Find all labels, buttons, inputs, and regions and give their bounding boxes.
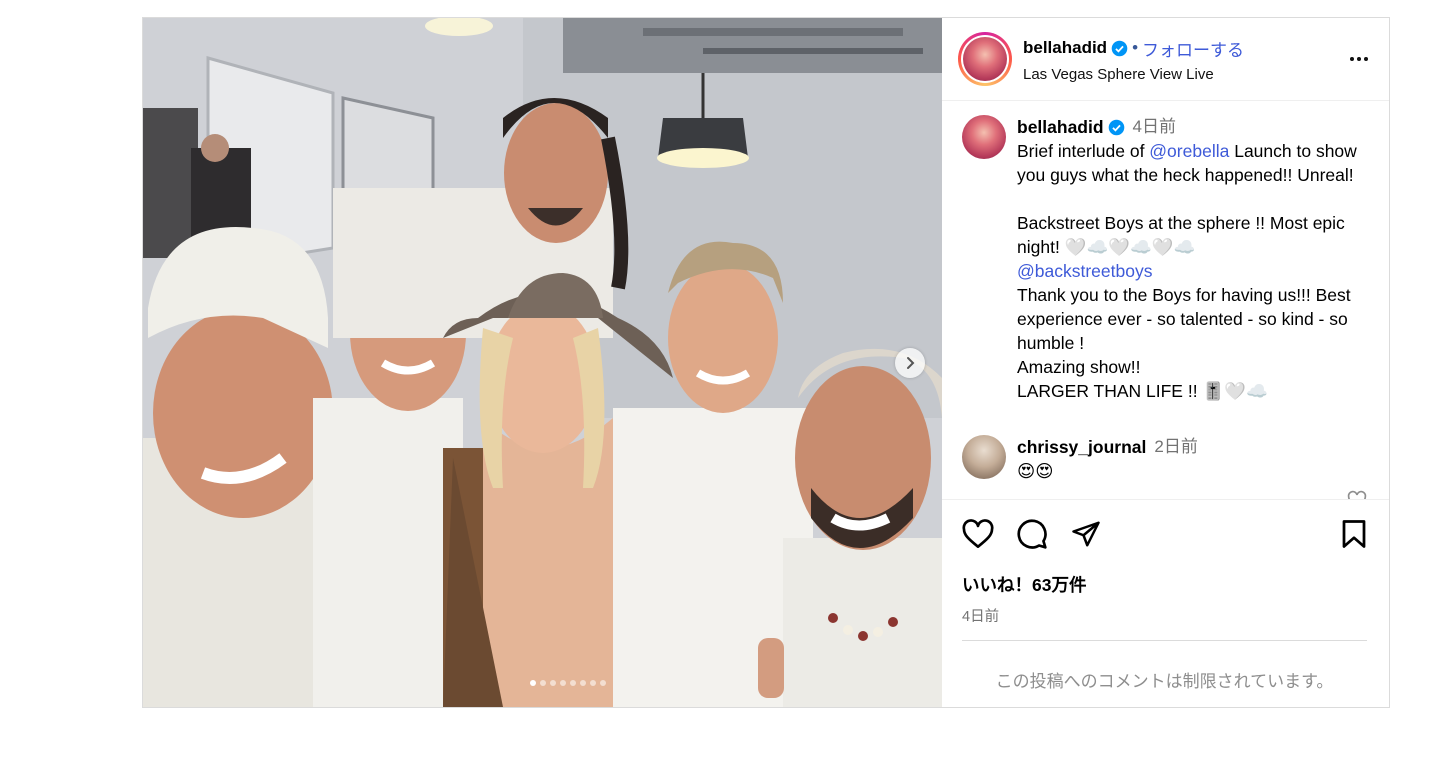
separator-dot: • — [1132, 38, 1139, 57]
carousel-dot — [589, 680, 596, 686]
caption-timestamp[interactable]: 4日前 — [1133, 115, 1176, 139]
comment-like-heart-icon[interactable] — [1347, 490, 1367, 499]
verified-badge-icon — [1108, 119, 1125, 136]
more-options-icon[interactable] — [1347, 57, 1371, 61]
caption-text: Brief interlude of @orebella Launch to s… — [1017, 139, 1371, 403]
carousel-indicator — [193, 680, 942, 686]
instagram-post: bellahadid • フォローする Las Vegas Sphere Vie… — [142, 17, 1390, 708]
mention-backstreetboys-link[interactable]: @backstreetboys — [1017, 261, 1152, 281]
post-date[interactable]: 4日前 — [962, 605, 1367, 626]
caption-text-part: Thank you to the Boys for having us!!! B… — [1017, 285, 1351, 401]
save-bookmark-icon[interactable] — [1341, 519, 1367, 549]
story-ring-avatar[interactable] — [958, 32, 1012, 86]
carousel-dot — [529, 680, 536, 686]
caption-avatar[interactable] — [962, 115, 1006, 159]
avatar — [963, 37, 1007, 81]
carousel-dot — [569, 680, 576, 686]
location-link[interactable]: Las Vegas Sphere View Live — [1023, 66, 1347, 83]
caption-username-link[interactable]: bellahadid — [1017, 115, 1104, 139]
post-side-panel: bellahadid • フォローする Las Vegas Sphere Vie… — [942, 18, 1389, 707]
carousel-dot — [559, 680, 566, 686]
commenter-username-link[interactable]: chrissy_journal — [1017, 435, 1146, 459]
follow-button[interactable]: フォローする — [1142, 36, 1244, 61]
carousel-dot — [549, 680, 556, 686]
comments-area[interactable]: bellahadid 4日前 Brief interlude of @orebe… — [942, 101, 1389, 499]
comment-text: 😍😍 — [1017, 461, 1054, 481]
carousel-dot — [599, 680, 606, 686]
caption: bellahadid 4日前 Brief interlude of @orebe… — [962, 115, 1371, 403]
like-heart-icon[interactable] — [962, 519, 994, 549]
comment-timestamp[interactable]: 2日前 — [1154, 435, 1197, 459]
commenter-avatar[interactable] — [962, 435, 1006, 479]
post-actions: いいね！63万件 4日前 この投稿へのコメントは制限されています。 — [942, 499, 1389, 707]
next-slide-button[interactable] — [895, 348, 925, 378]
share-paper-plane-icon[interactable] — [1070, 519, 1102, 549]
header-username-link[interactable]: bellahadid — [1023, 38, 1107, 58]
chevron-right-icon — [907, 357, 915, 369]
comment-bubble-icon[interactable] — [1016, 518, 1048, 550]
carousel-dot — [539, 680, 546, 686]
caption-text-part: Brief interlude of — [1017, 141, 1150, 161]
carousel-dot — [579, 680, 586, 686]
comment-item: chrissy_journal 2日前 😍😍 — [962, 435, 1371, 483]
mention-orebella-link[interactable]: @orebella — [1149, 141, 1229, 161]
group-selfie-image — [143, 18, 942, 707]
post-header: bellahadid • フォローする Las Vegas Sphere Vie… — [942, 18, 1389, 101]
likes-count[interactable]: いいね！63万件 — [962, 572, 1367, 597]
verified-badge-icon — [1111, 40, 1128, 57]
post-photo[interactable] — [143, 18, 942, 707]
comments-restricted-notice: この投稿へのコメントは制限されています。 — [962, 640, 1367, 692]
